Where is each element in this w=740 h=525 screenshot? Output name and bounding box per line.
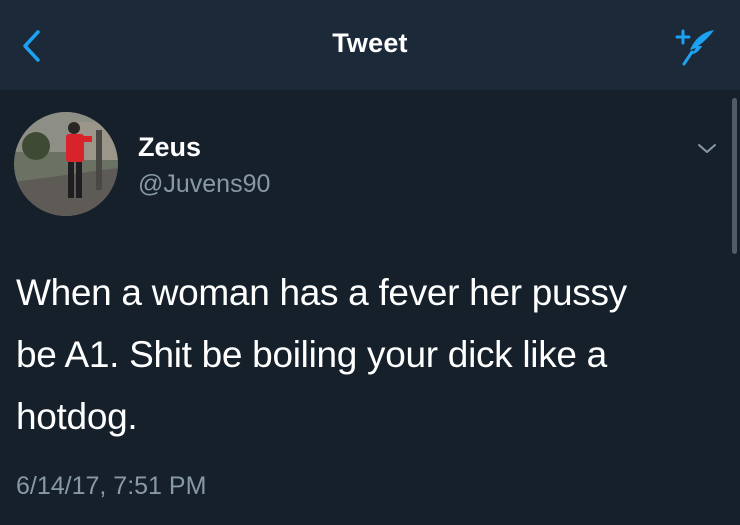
- compose-tweet-button[interactable]: [672, 26, 718, 68]
- tweet-text-line: be A1. Shit be boiling your dick like a: [16, 334, 607, 375]
- tweet-text-line: hotdog.: [16, 396, 138, 437]
- chevron-down-icon: [698, 144, 716, 153]
- tweet-menu-button[interactable]: [690, 136, 724, 160]
- scrollbar[interactable]: [732, 98, 737, 254]
- avatar[interactable]: [14, 112, 118, 216]
- tweet-timestamp: 6/14/17, 7:51 PM: [16, 472, 207, 500]
- profile-photo: [14, 112, 118, 216]
- tweet-text-line: When a woman has a fever her pussy: [16, 272, 627, 313]
- tweet-text: When a woman has a fever her pussy be A1…: [16, 262, 716, 448]
- navigation-bar: Tweet: [0, 0, 740, 90]
- compose-tweet-icon: [675, 29, 714, 66]
- tweet-detail-screen: Tweet Zeus @Juvens90 When a woman has a …: [0, 0, 740, 525]
- tweet-detail: Zeus @Juvens90 When a woman has a fever …: [0, 90, 740, 525]
- author-name[interactable]: Zeus: [138, 132, 201, 163]
- page-title: Tweet: [332, 28, 408, 58]
- author-handle[interactable]: @Juvens90: [138, 170, 270, 199]
